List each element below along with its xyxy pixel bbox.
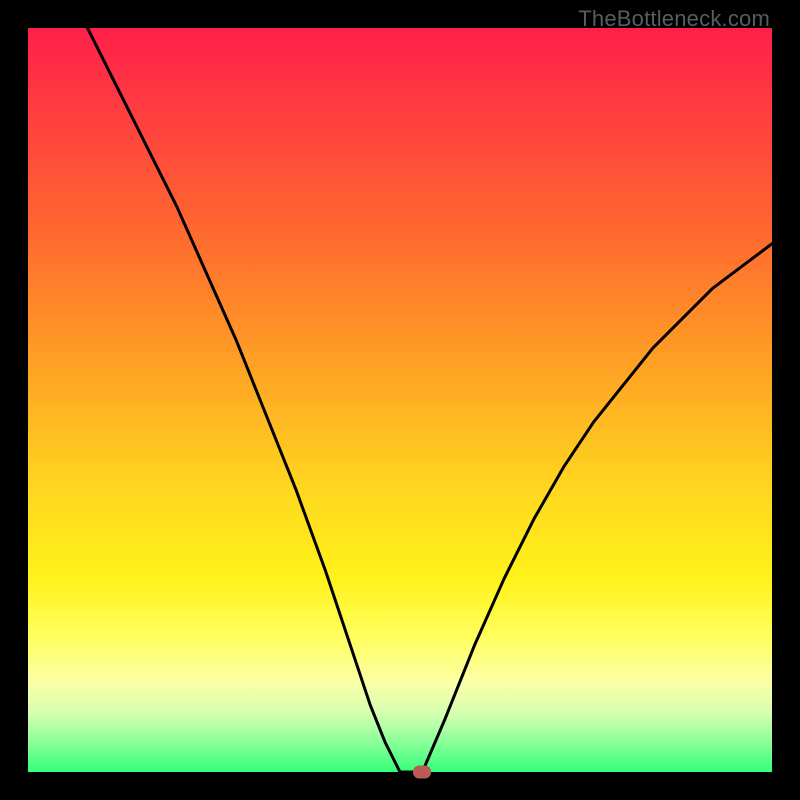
bottleneck-marker [413,766,431,779]
plot-area [28,28,772,772]
chart-frame: TheBottleneck.com [0,0,800,800]
bottleneck-curve [28,28,772,772]
